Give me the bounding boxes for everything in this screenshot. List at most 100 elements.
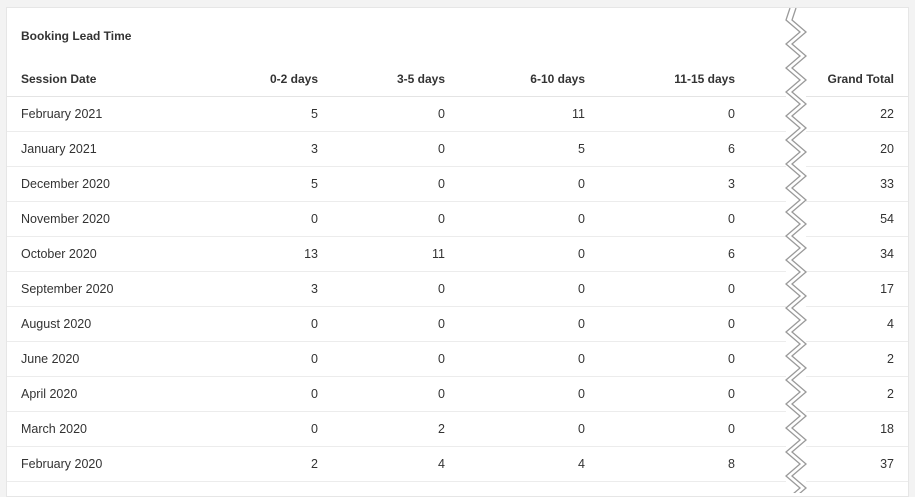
value-0-2-days-cell: 0 [207,201,318,237]
session-date-cell: June 2020 [7,341,207,377]
value-0-2-days-cell: 2 [207,446,318,482]
column-gap-cell [735,166,785,202]
table-row: November 2020 0 0 0 0 54 [7,201,908,237]
value-3-5-days-cell: 0 [318,271,445,307]
column-gap-cell [735,96,785,132]
value-11-15-days-cell: 0 [585,411,735,447]
grand-total-cell: 34 [785,236,908,272]
value-11-15-days-cell: 6 [585,236,735,272]
value-11-15-days-cell: 0 [585,201,735,237]
value-11-15-days-cell: 3 [585,166,735,202]
value-3-5-days-cell: 0 [318,131,445,167]
column-header-3-5-days[interactable]: 3-5 days [318,62,445,97]
column-header-6-10-days[interactable]: 6-10 days [445,62,585,97]
value-3-5-days-cell: 0 [318,201,445,237]
table-row: August 2020 0 0 0 0 4 [7,306,908,342]
session-date-cell: August 2020 [7,306,207,342]
value-0-2-days-cell: 3 [207,271,318,307]
value-6-10-days-cell: 0 [445,236,585,272]
value-0-2-days-cell: 0 [207,306,318,342]
value-3-5-days-cell: 0 [318,306,445,342]
value-6-10-days-cell: 0 [445,411,585,447]
session-date-cell: February 2020 [7,446,207,482]
column-gap-cell [735,341,785,377]
value-11-15-days-cell: 0 [585,376,735,412]
value-6-10-days-cell: 5 [445,131,585,167]
value-11-15-days-cell: 8 [585,446,735,482]
table-row: February 2021 5 0 11 0 22 [7,96,908,132]
value-0-2-days-cell: 0 [207,376,318,412]
session-date-cell: September 2020 [7,271,207,307]
value-0-2-days-cell: 5 [207,166,318,202]
value-3-5-days-cell: 2 [318,411,445,447]
column-header-0-2-days[interactable]: 0-2 days [207,62,318,97]
column-gap-cell [735,271,785,307]
session-date-cell: November 2020 [7,201,207,237]
column-gap [735,62,785,97]
value-6-10-days-cell: 0 [445,271,585,307]
column-header-session-date[interactable]: Session Date [7,62,207,97]
column-gap-cell [735,306,785,342]
session-date-cell: April 2020 [7,376,207,412]
value-6-10-days-cell: 0 [445,166,585,202]
value-3-5-days-cell: 11 [318,236,445,272]
booking-lead-time-card: Booking Lead Time Session Date 0-2 days … [6,7,909,497]
grand-total-cell: 2 [785,341,908,377]
value-3-5-days-cell: 0 [318,96,445,132]
column-gap-cell [735,411,785,447]
value-6-10-days-cell: 0 [445,201,585,237]
column-gap-cell [735,131,785,167]
grand-total-cell: 54 [785,201,908,237]
value-11-15-days-cell: 0 [585,271,735,307]
value-11-15-days-cell: 0 [585,306,735,342]
value-11-15-days-cell: 0 [585,341,735,377]
header-row: Session Date 0-2 days 3-5 days 6-10 days… [7,62,908,97]
table-row: January 2021 3 0 5 6 20 [7,131,908,167]
value-0-2-days-cell: 0 [207,411,318,447]
value-0-2-days-cell: 3 [207,131,318,167]
table-row: December 2020 5 0 0 3 33 [7,166,908,202]
value-3-5-days-cell: 0 [318,341,445,377]
grand-total-cell: 18 [785,411,908,447]
grand-total-cell: 37 [785,446,908,482]
session-date-cell: December 2020 [7,166,207,202]
grand-total-cell: 4 [785,306,908,342]
session-date-cell: January 2021 [7,131,207,167]
column-gap-cell [735,446,785,482]
value-6-10-days-cell: 0 [445,306,585,342]
table-row: April 2020 0 0 0 0 2 [7,376,908,412]
value-0-2-days-cell: 5 [207,96,318,132]
value-0-2-days-cell: 0 [207,341,318,377]
table-row: October 2020 13 11 0 6 34 [7,236,908,272]
table-row: March 2020 0 2 0 0 18 [7,411,908,447]
value-6-10-days-cell: 11 [445,96,585,132]
session-date-cell: March 2020 [7,411,207,447]
column-gap-cell [735,236,785,272]
value-3-5-days-cell: 4 [318,446,445,482]
grand-total-cell: 20 [785,131,908,167]
grand-total-cell: 33 [785,166,908,202]
value-6-10-days-cell: 0 [445,376,585,412]
table-row: June 2020 0 0 0 0 2 [7,341,908,377]
table-title: Booking Lead Time [21,29,132,43]
column-gap-cell [735,201,785,237]
column-header-11-15-days[interactable]: 11-15 days [585,62,735,97]
session-date-cell: October 2020 [7,236,207,272]
value-0-2-days-cell: 13 [207,236,318,272]
value-6-10-days-cell: 4 [445,446,585,482]
booking-lead-time-table: Session Date 0-2 days 3-5 days 6-10 days… [7,62,908,482]
grand-total-cell: 17 [785,271,908,307]
value-11-15-days-cell: 6 [585,131,735,167]
value-6-10-days-cell: 0 [445,341,585,377]
column-header-grand-total[interactable]: Grand Total [785,62,908,97]
value-3-5-days-cell: 0 [318,166,445,202]
value-3-5-days-cell: 0 [318,376,445,412]
value-11-15-days-cell: 0 [585,96,735,132]
grand-total-cell: 2 [785,376,908,412]
column-gap-cell [735,376,785,412]
table-row: February 2020 2 4 4 8 37 [7,446,908,482]
table-body: February 2021 5 0 11 0 22 January 2021 3 0 5 6 20 De… [7,96,908,482]
table-row: September 2020 3 0 0 0 17 [7,271,908,307]
session-date-cell: February 2021 [7,96,207,132]
grand-total-cell: 22 [785,96,908,132]
